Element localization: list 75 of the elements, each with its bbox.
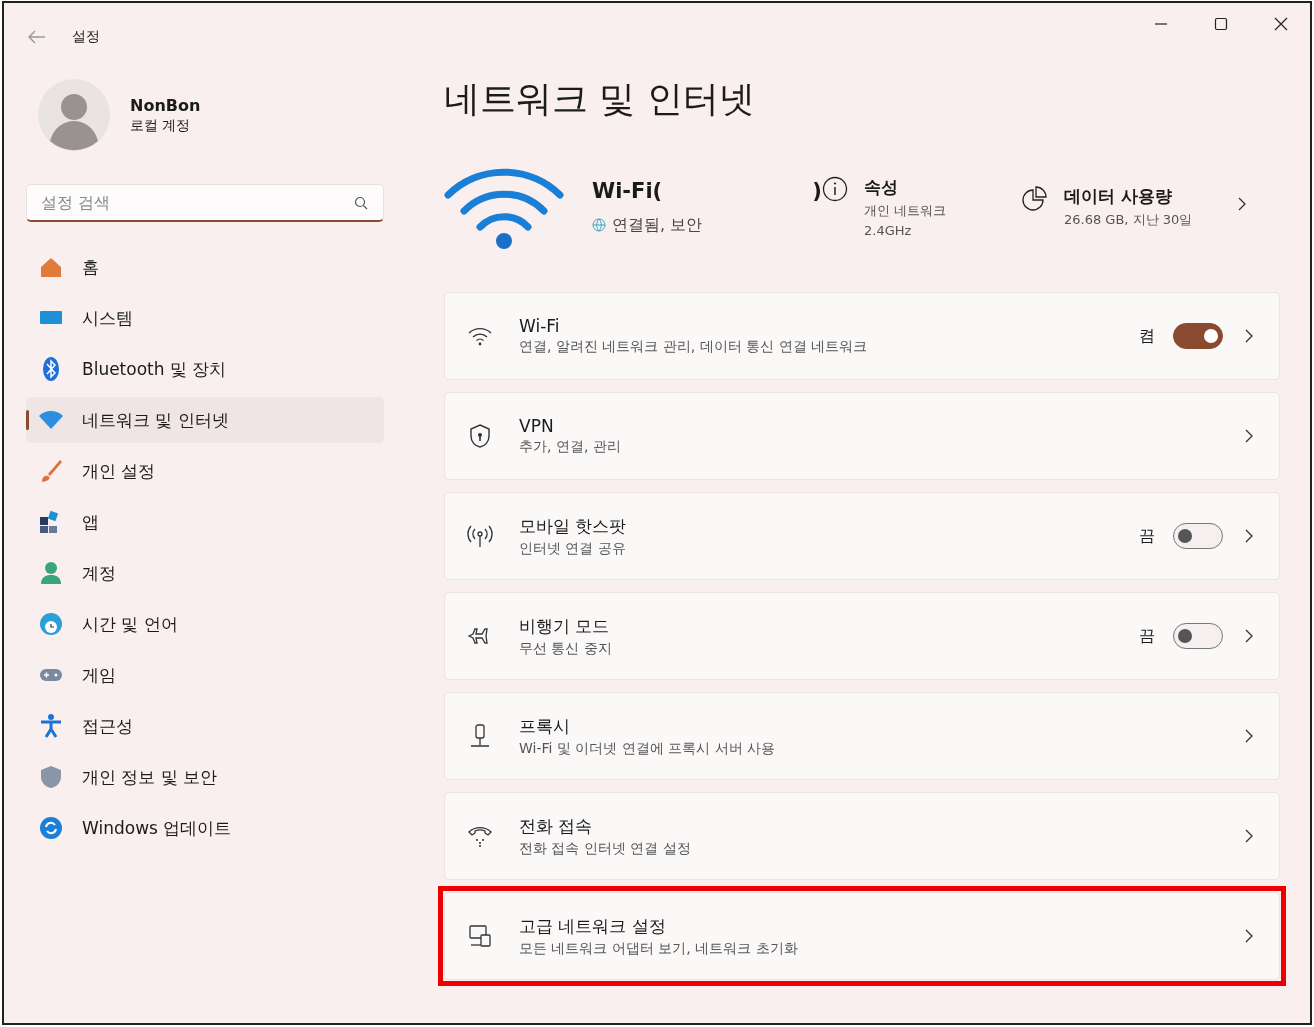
setting-title: 비행기 모드 [519,614,611,638]
chevron-right-icon [1245,329,1253,343]
category-icon [38,611,64,637]
property-value: 2.4GHz [864,223,913,238]
setting-title: VPN [519,416,555,436]
setting-description: 모든 네트워크 어댑터 보기, 네트워크 초기화 [519,939,799,958]
sidebar-item[interactable]: 접근성 [26,703,384,749]
chevron-right-icon [1245,629,1253,643]
settings-row[interactable]: 프록시 Wi-Fi 및 이더넷 연결에 프록시 서버 사용 [444,692,1280,780]
data-usage-link[interactable]: 데이터 사용량 [1064,185,1193,208]
category-icon [38,713,64,739]
setting-description: 무선 통신 중지 [519,639,613,658]
chevron-right-icon [1245,929,1253,943]
setting-description: 연결, 알려진 네트워크 관리, 데이터 통신 연결 네트워크 [519,338,869,356]
globe-icon [592,218,606,232]
monitor-icon [467,923,493,949]
setting-title: 전화 접속 [519,814,594,838]
sidebar-item[interactable]: Bluetooth 및 장치 [26,346,384,392]
connection-status: 연결됨, 보안 [612,214,703,236]
settings-row[interactable]: 고급 네트워크 설정 모든 네트워크 어댑터 보기, 네트워크 초기화 [444,892,1280,980]
toggle-state-label: 끔 [1139,625,1155,647]
settings-row[interactable]: Wi-Fi 연결, 알려진 네트워크 관리, 데이터 통신 연결 네트워크 켬 [444,292,1280,380]
setting-description: Wi-Fi 및 이더넷 연결에 프록시 서버 사용 [519,739,777,758]
sidebar-item[interactable]: 네트워크 및 인터넷 [26,397,384,443]
setting-description: 추가, 연결, 관리 [519,438,622,456]
chevron-right-icon [1245,829,1253,843]
sidebar-item[interactable]: 시간 및 언어 [26,601,384,647]
sidebar-item[interactable]: 홈 [26,244,384,290]
search-icon [354,196,368,210]
chevron-right-icon [1245,729,1253,743]
search-field[interactable]: 설정 검색 [26,184,384,222]
sidebar-item[interactable]: 개인 설정 [26,448,384,494]
shield-icon [467,423,493,449]
sidebar-item[interactable]: 시스템 [26,295,384,341]
toggle-switch[interactable] [1173,623,1223,649]
toggle-switch[interactable] [1173,523,1223,549]
chevron-right-icon [1245,429,1253,443]
setting-title: Wi-Fi [519,316,561,336]
category-icon [38,815,64,841]
settings-row[interactable]: 모바일 핫스팟 인터넷 연결 공유 끔 [444,492,1280,580]
category-icon [38,764,64,790]
page-title: 네트워크 및 인터넷 [444,77,756,121]
setting-title: 프록시 [519,714,571,738]
sidebar-item[interactable]: Windows 업데이트 [26,805,384,851]
chevron-right-icon [1245,529,1253,543]
network-name-end: ) [812,178,822,203]
sidebar-item[interactable]: 게임 [26,652,384,698]
category-icon [38,560,64,586]
settings-row[interactable]: 비행기 모드 무선 통신 중지 끔 [444,592,1280,680]
account-type: 로컬 계정 [130,116,192,135]
chevron-right-icon[interactable] [1238,197,1247,211]
setting-description: 인터넷 연결 공유 [519,539,627,558]
property-value: 개인 네트워크 [864,202,947,220]
toggle-state-label: 켬 [1139,325,1155,347]
account-name: NonBon [130,95,201,115]
setting-description: 전화 접속 인터넷 연결 설정 [519,839,692,858]
settings-row[interactable]: VPN 추가, 연결, 관리 [444,392,1280,480]
data-usage-value: 26.68 GB, 지난 30일 [1064,211,1193,229]
window-title: 설정 [72,28,100,46]
sidebar-item[interactable]: 개인 정보 및 보안 [26,754,384,800]
pie-chart-icon[interactable] [1022,185,1048,211]
close-icon[interactable] [1274,17,1288,31]
setting-title: 고급 네트워크 설정 [519,914,667,938]
setting-title: 모바일 핫스팟 [519,514,628,538]
toggle-state-label: 끔 [1139,525,1155,547]
sidebar-item[interactable]: 앱 [26,499,384,545]
properties-link[interactable]: 속성 [864,176,947,199]
toggle-switch[interactable] [1173,323,1223,349]
avatar-silhouette [38,79,110,151]
maximize-icon[interactable] [1214,17,1228,31]
network-name: Wi-Fi( [592,178,663,203]
info-icon[interactable] [822,176,848,202]
sidebar-item[interactable]: 계정 [26,550,384,596]
antenna-icon [467,523,493,549]
settings-row[interactable]: 전화 접속 전화 접속 인터넷 연결 설정 [444,792,1280,880]
